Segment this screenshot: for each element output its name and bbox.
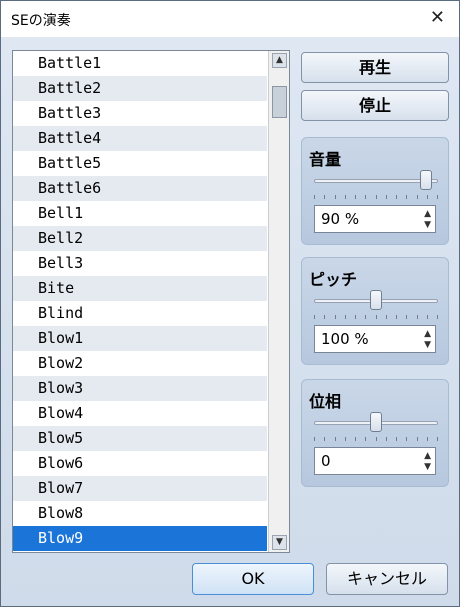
volume-slider-thumb[interactable] xyxy=(419,170,432,190)
list-item[interactable]: Battle5 xyxy=(13,151,267,176)
list-scrollbar[interactable]: ▲ ▼ xyxy=(268,51,289,552)
scroll-thumb[interactable] xyxy=(272,86,287,118)
volume-label: 音量 xyxy=(309,150,342,169)
slider-tick xyxy=(344,195,346,199)
pitch-increment-icon[interactable]: ▲ xyxy=(424,330,431,339)
slider-tick xyxy=(355,315,356,319)
slider-tick xyxy=(365,315,367,319)
volume-decrement-icon[interactable]: ▼ xyxy=(424,221,431,230)
list-item[interactable]: Blind xyxy=(13,301,267,326)
scroll-down-icon[interactable]: ▼ xyxy=(272,535,287,550)
pitch-spinbox[interactable]: 100 % ▲ ▼ xyxy=(314,325,436,353)
list-item[interactable]: Blow4 xyxy=(13,401,267,426)
pitch-decrement-icon[interactable]: ▼ xyxy=(424,341,431,350)
list-item[interactable]: Bell2 xyxy=(13,226,267,251)
list-item[interactable]: Blow7 xyxy=(13,476,267,501)
slider-tick xyxy=(344,437,346,441)
slider-tick xyxy=(426,437,428,441)
pitch-panel: ピッチ 100 % ▲ ▼ xyxy=(301,257,449,365)
volume-slider-ticks xyxy=(314,195,438,200)
stop-button[interactable]: 停止 xyxy=(301,90,449,121)
slider-tick xyxy=(365,195,367,199)
pan-increment-icon[interactable]: ▲ xyxy=(424,452,431,461)
pitch-slider-ticks xyxy=(314,315,438,320)
sound-list[interactable]: Battle1 Battle2 Battle3 Battle4 Battle5 Battl… xyxy=(12,50,290,553)
slider-tick xyxy=(355,195,356,199)
slider-tick xyxy=(396,437,397,441)
close-icon[interactable]: ✕ xyxy=(430,8,445,28)
slider-tick xyxy=(416,315,418,319)
slider-tick xyxy=(437,437,438,441)
cancel-button[interactable]: キャンセル xyxy=(326,563,448,595)
scroll-up-icon[interactable]: ▲ xyxy=(272,53,287,68)
pitch-value[interactable]: 100 % xyxy=(321,326,369,352)
slider-tick xyxy=(416,437,418,441)
slider-tick xyxy=(314,195,315,199)
pan-slider-thumb[interactable] xyxy=(370,412,382,432)
sound-list-rows: Battle1 Battle2 Battle3 Battle4 Battle5 Battl… xyxy=(13,51,267,551)
slider-tick xyxy=(355,437,356,441)
slider-tick xyxy=(334,437,336,441)
slider-tick xyxy=(324,195,326,199)
list-item[interactable]: Blow8 xyxy=(13,501,267,526)
list-item[interactable]: Battle2 xyxy=(13,76,267,101)
slider-tick xyxy=(437,195,438,199)
slider-tick xyxy=(406,195,408,199)
pan-spinbox[interactable]: 0 ▲ ▼ xyxy=(314,447,436,475)
pitch-label: ピッチ xyxy=(309,270,358,289)
slider-tick xyxy=(365,437,367,441)
slider-tick xyxy=(385,195,387,199)
volume-increment-icon[interactable]: ▲ xyxy=(424,210,431,219)
slider-tick xyxy=(375,315,377,319)
pan-label: 位相 xyxy=(309,392,342,411)
list-item[interactable]: Blow5 xyxy=(13,426,267,451)
list-item[interactable]: Blow1 xyxy=(13,326,267,351)
pan-value[interactable]: 0 xyxy=(321,448,331,474)
slider-tick xyxy=(406,437,408,441)
list-item[interactable]: Bell3 xyxy=(13,251,267,276)
list-item[interactable]: Blow6 xyxy=(13,451,267,476)
slider-tick xyxy=(314,315,315,319)
slider-tick xyxy=(314,437,315,441)
list-item[interactable]: Battle6 xyxy=(13,176,267,201)
slider-tick xyxy=(406,315,408,319)
slider-tick xyxy=(334,315,336,319)
slider-tick xyxy=(324,315,326,319)
slider-tick xyxy=(324,437,326,441)
list-item[interactable]: Battle1 xyxy=(13,51,267,76)
list-item[interactable]: Blow9 xyxy=(13,526,267,551)
slider-tick xyxy=(426,195,428,199)
slider-tick xyxy=(334,195,336,199)
pan-slider-ticks xyxy=(314,437,438,442)
volume-panel: 音量 90 % ▲ ▼ xyxy=(301,137,449,245)
volume-spinbox[interactable]: 90 % ▲ ▼ xyxy=(314,205,436,233)
play-button[interactable]: 再生 xyxy=(301,52,449,83)
se-playback-dialog: SEの演奏 ✕ Battle1 Battle2 Battle3 Battle4 Batt… xyxy=(0,0,460,607)
slider-tick xyxy=(385,315,387,319)
slider-tick xyxy=(396,195,397,199)
slider-tick xyxy=(385,437,387,441)
slider-tick xyxy=(426,315,428,319)
list-item[interactable]: Bell1 xyxy=(13,201,267,226)
volume-value[interactable]: 90 % xyxy=(321,206,359,232)
window-title: SEの演奏 xyxy=(11,13,71,29)
ok-button[interactable]: OK xyxy=(192,563,314,595)
slider-tick xyxy=(437,315,438,319)
slider-tick xyxy=(375,437,377,441)
list-item[interactable]: Blow3 xyxy=(13,376,267,401)
slider-tick xyxy=(375,195,377,199)
slider-tick xyxy=(396,315,397,319)
list-item[interactable]: Battle3 xyxy=(13,101,267,126)
slider-tick xyxy=(416,195,418,199)
pitch-slider-thumb[interactable] xyxy=(370,290,382,310)
pan-decrement-icon[interactable]: ▼ xyxy=(424,463,431,472)
title-bar: SEの演奏 ✕ xyxy=(1,1,459,38)
slider-tick xyxy=(344,315,346,319)
list-item[interactable]: Blow2 xyxy=(13,351,267,376)
pan-panel: 位相 0 ▲ ▼ xyxy=(301,379,449,487)
list-item[interactable]: Battle4 xyxy=(13,126,267,151)
list-item[interactable]: Bite xyxy=(13,276,267,301)
